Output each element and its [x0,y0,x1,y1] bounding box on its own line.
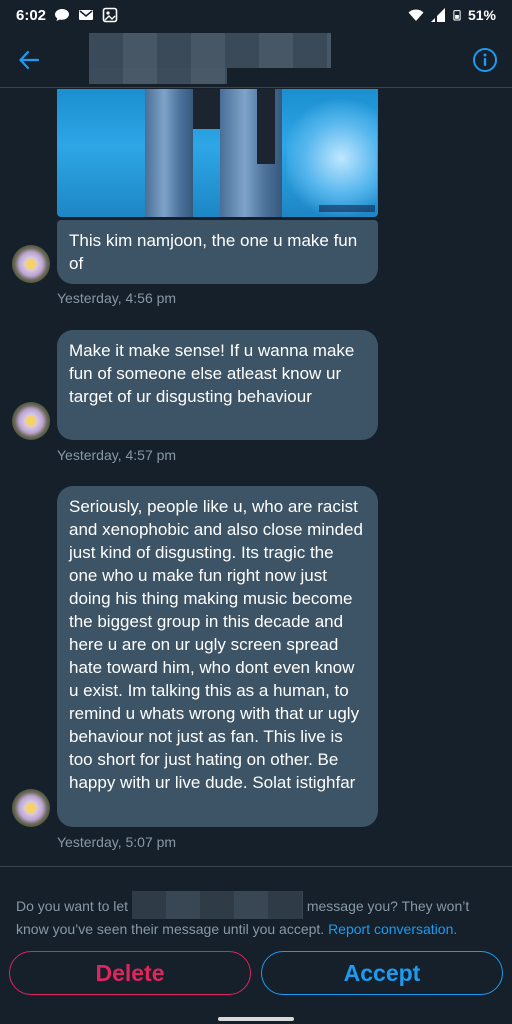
home-gesture-bar[interactable] [218,1017,294,1021]
redacted-user-handle [89,68,227,84]
message-timestamp: Yesterday, 5:07 pm [57,834,177,850]
message-photo[interactable] [57,89,378,217]
back-button[interactable] [14,46,44,74]
dm-request-screen: 6:02 51% This kim namjoon, the one u mak… [0,0,512,1024]
accept-button[interactable]: Accept [261,951,503,995]
status-bar: 6:02 51% [0,0,512,30]
message-timestamp: Yesterday, 4:56 pm [57,290,177,306]
sender-avatar[interactable] [12,245,50,283]
wifi-icon [408,9,424,21]
battery-icon [453,10,461,21]
photo-jeans-left [145,89,193,217]
message-timestamp: Yesterday, 4:57 pm [57,447,177,463]
redacted-user-name [89,33,331,68]
photo-stage-light [287,99,377,217]
delete-button[interactable]: Delete [9,951,251,995]
conversation-info-button[interactable] [472,47,498,73]
message-bubble[interactable]: Make it make sense! If u wanna make fun … [57,330,378,440]
photos-icon [102,7,118,23]
gmail-icon [79,10,94,20]
photo-watermark [319,205,375,212]
status-right: 51% [408,7,496,23]
battery-percent: 51% [467,7,496,23]
sender-avatar[interactable] [12,402,50,440]
redacted-user-name-inline [131,891,303,919]
arrow-left-icon [19,51,39,69]
sender-avatar[interactable] [12,789,50,827]
photo-figure-shadow [193,89,223,129]
signal-icon [430,8,445,22]
status-time: 6:02 [16,6,47,24]
message-bubble[interactable]: Seriously, people like u, who are racist… [57,486,378,827]
message-request-panel: Do you want to let message you? They won… [0,866,512,1024]
conversation-header [0,30,512,88]
report-conversation-link[interactable]: Report conversation. [328,921,457,937]
status-left: 6:02 [16,7,118,24]
message-bubble[interactable]: This kim namjoon, the one u make fun of [57,220,378,284]
request-prompt-start: Do you want to let [16,898,132,914]
chat-bubble-icon [55,9,70,21]
message-list[interactable]: This kim namjoon, the one u make fun of … [0,89,512,865]
photo-figure-leg [257,89,275,164]
request-prompt: Do you want to let message you? They won… [16,891,496,940]
info-icon [473,48,497,72]
